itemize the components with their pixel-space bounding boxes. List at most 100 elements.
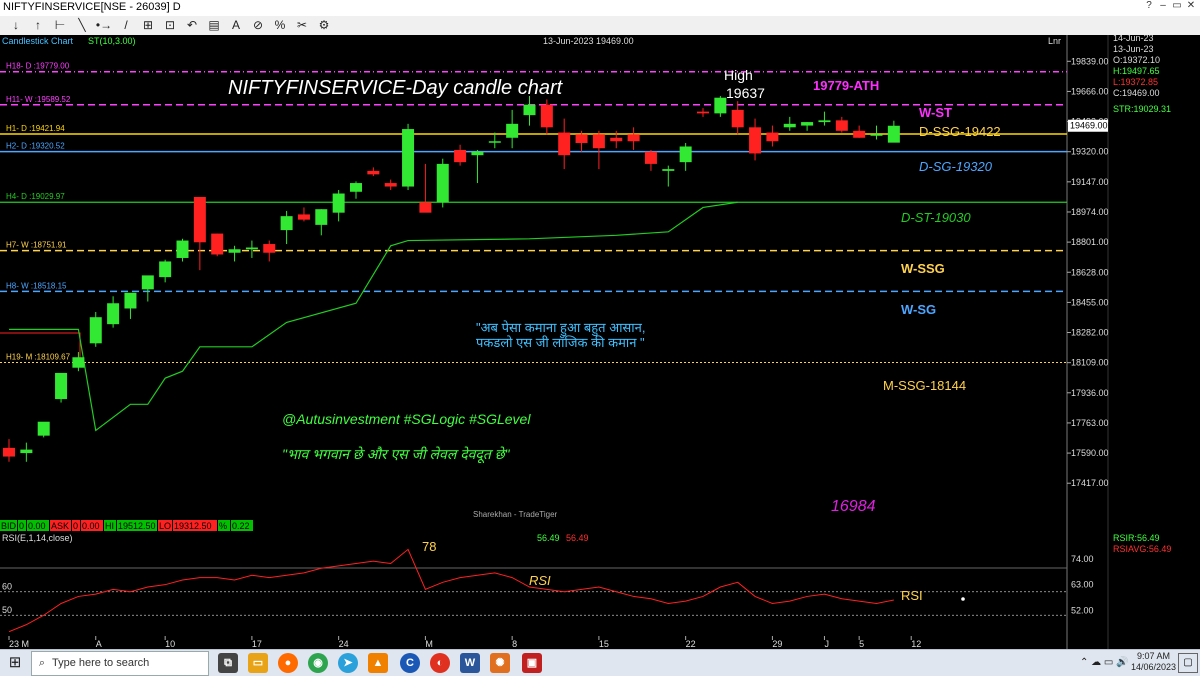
tradetiger-icon[interactable]: ◐ <box>430 653 450 673</box>
toolbar-tool-11[interactable]: ⊘ <box>248 17 268 33</box>
notification-icon[interactable]: ▢ <box>1178 653 1198 673</box>
candle-body[interactable] <box>610 137 623 142</box>
minimize-button[interactable]: – <box>1156 0 1170 11</box>
candle-body[interactable] <box>801 122 814 126</box>
candle-body[interactable] <box>575 134 588 143</box>
candle-body[interactable] <box>697 111 709 114</box>
firefox-icon[interactable]: ● <box>278 653 298 673</box>
candle-body[interactable] <box>714 97 727 114</box>
candle-body[interactable] <box>297 214 310 220</box>
toolbar-tool-8[interactable]: ↶ <box>182 17 202 33</box>
maximize-button[interactable]: ▭ <box>1170 0 1184 11</box>
candle-body[interactable] <box>870 134 883 136</box>
candle-body[interactable] <box>523 104 536 116</box>
toolbar-tool-13[interactable]: ✂ <box>292 17 312 33</box>
candle-body[interactable] <box>835 120 848 131</box>
candle-body[interactable] <box>280 216 293 231</box>
candle-body[interactable] <box>471 151 484 156</box>
telegram-icon[interactable]: ➤ <box>338 653 358 673</box>
toolbar-tool-1[interactable]: ↑ <box>28 17 48 33</box>
app-icon-c[interactable]: C <box>400 653 420 673</box>
candle-body[interactable] <box>592 134 605 149</box>
toolbar-tool-3[interactable]: ╲ <box>72 17 92 33</box>
price-tick-label: 18109.00 <box>1071 358 1109 368</box>
candle-body[interactable] <box>263 244 276 253</box>
toolbar-tool-6[interactable]: ⊞ <box>138 17 158 33</box>
candle-body[interactable] <box>766 132 779 142</box>
toolbar-tool-10[interactable]: A <box>226 17 246 33</box>
toolbar-tool-7[interactable]: ⊡ <box>160 17 180 33</box>
toolbar-tool-14[interactable]: ⚙ <box>314 17 334 33</box>
candle-body[interactable] <box>20 449 33 454</box>
candle-body[interactable] <box>436 163 449 203</box>
chart-area[interactable]: Candlestick Chart ST(10,3.00) 13-Jun-202… <box>0 35 1200 649</box>
candle-body[interactable] <box>89 317 102 344</box>
settings-app-icon[interactable]: ✺ <box>490 653 510 673</box>
candle-body[interactable] <box>679 146 692 163</box>
file-explorer-icon[interactable]: ▭ <box>248 653 268 673</box>
candle-body[interactable] <box>644 151 657 164</box>
toolbar-tool-0[interactable]: ↓ <box>6 17 26 33</box>
toolbar-tool-2[interactable]: ⊢ <box>50 17 70 33</box>
candle-body[interactable] <box>211 233 224 255</box>
rsi-text-annotation-2: RSI <box>901 588 923 603</box>
task-view-icon[interactable]: ⧉ <box>218 653 238 673</box>
candle-body[interactable] <box>887 125 900 143</box>
taskbar-search[interactable]: ⌕ Type here to search <box>31 651 209 676</box>
candle-body[interactable] <box>124 292 137 309</box>
candle-body[interactable] <box>245 247 258 250</box>
candle-body[interactable] <box>107 303 120 325</box>
m-ssg-label: M-SSG-18144 <box>883 378 966 393</box>
candle-body[interactable] <box>627 134 640 142</box>
d-sg-label: D-SG-19320 <box>919 159 993 174</box>
candle-body[interactable] <box>853 130 866 138</box>
rsiavg-value: RSIAVG:56.49 <box>1113 544 1171 554</box>
candle-body[interactable] <box>3 447 15 457</box>
candle-body[interactable] <box>818 120 831 123</box>
candle-body[interactable] <box>384 183 397 187</box>
candle-body[interactable] <box>367 170 380 175</box>
vlc-icon[interactable]: ▲ <box>368 653 388 673</box>
start-button[interactable]: ⊞ <box>0 650 30 676</box>
candle-body[interactable] <box>193 196 206 243</box>
candle-body[interactable] <box>141 275 154 290</box>
toolbar-tool-12[interactable]: % <box>270 17 290 33</box>
svg-text:0: 0 <box>19 521 24 531</box>
candle-body[interactable] <box>488 141 501 143</box>
candle-body[interactable] <box>55 372 68 400</box>
help-button[interactable]: ? <box>1142 0 1156 11</box>
candle-body[interactable] <box>332 193 345 213</box>
word-icon[interactable]: W <box>460 653 480 673</box>
candle-body[interactable] <box>506 123 519 138</box>
candle-body[interactable] <box>228 249 241 253</box>
price-tick-label: 19147.00 <box>1071 177 1109 187</box>
candle-body[interactable] <box>783 123 796 128</box>
svg-text:19512.50: 19512.50 <box>118 521 156 531</box>
candle-body[interactable] <box>540 104 553 128</box>
rsi-scale-label: 52.00 <box>1071 606 1094 616</box>
candle-body[interactable] <box>159 261 172 278</box>
close-button[interactable]: ✕ <box>1184 0 1198 11</box>
candle-body[interactable] <box>731 109 744 128</box>
candle-body[interactable] <box>662 169 675 171</box>
taskbar-clock[interactable]: 9:07 AM 14/06/2023 <box>1131 651 1176 673</box>
toolbar-tool-9[interactable]: ▤ <box>204 17 224 33</box>
tray-icons[interactable]: ⌃ ☁ ▭ 🔊 <box>1080 650 1129 676</box>
level-line-label: H2- D :19320.52 <box>6 142 65 151</box>
candle-body[interactable] <box>315 209 328 225</box>
chrome-icon[interactable]: ◉ <box>308 653 328 673</box>
candle-body[interactable] <box>749 127 762 154</box>
candle-body[interactable] <box>558 132 571 156</box>
candle-body[interactable] <box>419 202 432 213</box>
info-open: O:19372.10 <box>1113 55 1160 65</box>
candle-body[interactable] <box>37 421 50 436</box>
app-icon-red[interactable]: ▣ <box>522 653 542 673</box>
toolbar-tool-4[interactable]: •→ <box>94 17 114 33</box>
candle-body[interactable] <box>176 240 189 258</box>
candle-body[interactable] <box>350 183 362 192</box>
candle-body[interactable] <box>72 357 85 368</box>
hindi-quote-line2: पकडलो एस जी लॉजिक की कमान " <box>476 335 645 350</box>
candle-body[interactable] <box>454 149 467 163</box>
candle-body[interactable] <box>402 129 415 187</box>
toolbar-tool-5[interactable]: / <box>116 17 136 33</box>
